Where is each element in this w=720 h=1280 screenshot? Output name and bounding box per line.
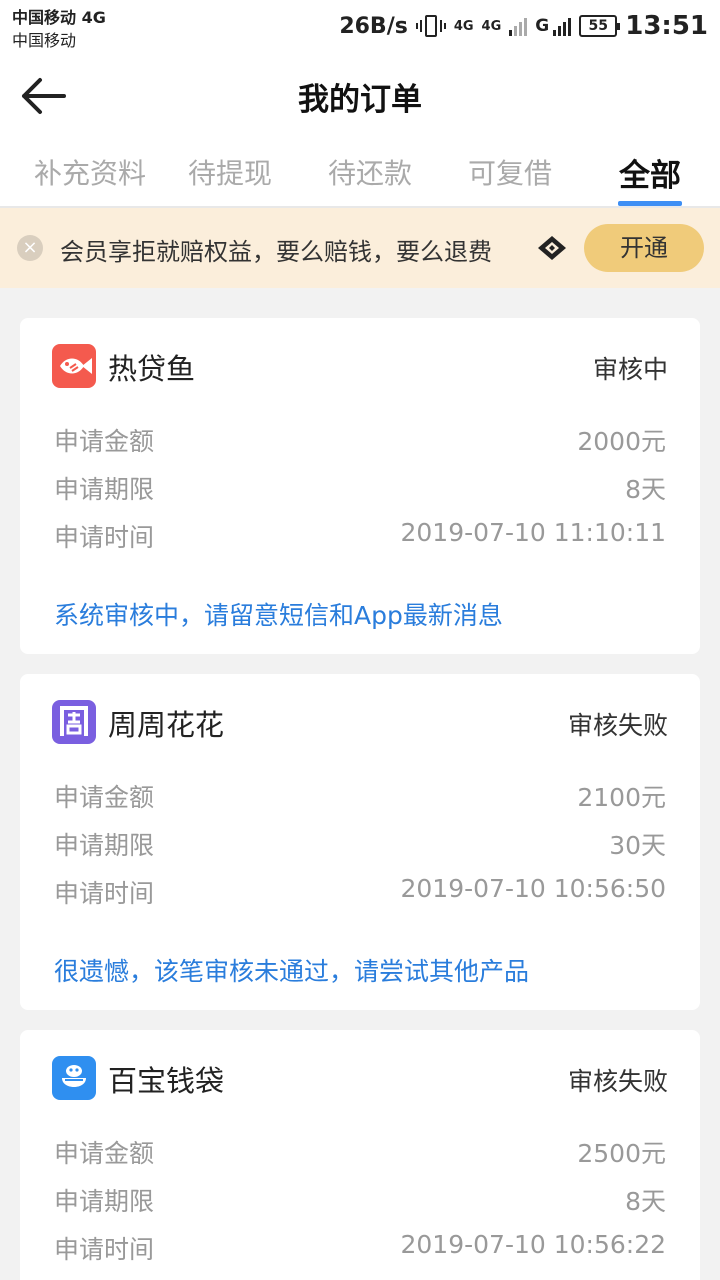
amount-value: 2500元: [577, 1139, 666, 1168]
network-type-label: 4G: [453, 18, 474, 34]
status-bar: 中国移动 4G 中国移动 26B/s 4G 4G G 55 13:51: [0, 0, 720, 52]
order-status: 审核中: [592, 355, 668, 384]
tab-all[interactable]: 全部: [580, 150, 720, 206]
term-label: 申请期限: [54, 475, 155, 504]
order-card[interactable]: 周周花花 审核失败 申请金额 2100元 申请期限 30天 申请时间 2019-…: [20, 674, 700, 1010]
order-note: 很遗憾，该笔审核未通过，请尝试其他产品: [54, 957, 530, 986]
battery-icon: 55: [579, 15, 621, 37]
order-status: 审核失败: [567, 711, 668, 740]
close-icon[interactable]: ×: [17, 235, 43, 261]
order-card[interactable]: 百宝钱袋 审核失败 申请金额 2500元 申请期限 8天 申请时间 2019-0…: [20, 1030, 700, 1280]
active-tab-indicator: [618, 201, 682, 206]
amount-value: 2100元: [577, 783, 666, 812]
tab-pending-withdraw[interactable]: 待提现: [160, 152, 300, 208]
tab-label: 可复借: [467, 157, 552, 190]
order-card[interactable]: 热贷鱼 审核中 申请金额 2000元 申请期限 8天 申请时间 2019-07-…: [20, 318, 700, 654]
term-label: 申请期限: [54, 1187, 155, 1216]
term-value: 30天: [609, 831, 666, 860]
time-value: 2019-07-10 10:56:22: [400, 1230, 666, 1259]
tab-pending-repay[interactable]: 待还款: [300, 152, 440, 208]
lender-name: 百宝钱袋: [108, 1064, 225, 1098]
signal-strength-icon-2: [553, 16, 572, 36]
page-title: 我的订单: [298, 82, 422, 118]
network-speed: 26B/s: [339, 13, 408, 39]
network-g-label: G: [535, 16, 550, 36]
app-header: 我的订单: [0, 52, 720, 138]
order-status: 审核失败: [567, 1067, 668, 1096]
tab-reborrow[interactable]: 可复借: [440, 152, 580, 208]
tab-label: 补充资料: [33, 157, 146, 190]
amount-label: 申请金额: [54, 427, 155, 456]
time-value: 2019-07-10 11:10:11: [400, 518, 666, 547]
term-value: 8天: [625, 475, 666, 504]
status-icons: 26B/s 4G 4G G 55 13:51: [339, 10, 708, 42]
banner-text: 会员享拒就赔权益，要么赔钱，要么退费: [60, 238, 492, 266]
carrier-label-secondary: 中国移动: [12, 31, 77, 50]
clock: 13:51: [625, 11, 708, 41]
order-note: 系统审核中，请留意短信和App最新消息: [54, 601, 503, 630]
membership-banner: × 会员享拒就赔权益，要么赔钱，要么退费 开通: [0, 208, 720, 288]
time-label: 申请时间: [54, 1235, 155, 1264]
fish-logo-icon: [52, 344, 96, 388]
order-tabs: 补充资料 待提现 待还款 可复借 全部: [0, 138, 720, 208]
open-membership-button[interactable]: 开通: [584, 224, 704, 272]
time-label: 申请时间: [54, 523, 155, 552]
tab-supplement-info[interactable]: 补充资料: [20, 152, 160, 208]
bag-logo-icon: [52, 1056, 96, 1100]
time-label: 申请时间: [54, 879, 155, 908]
diamond-icon: [538, 236, 566, 260]
term-value: 8天: [625, 1187, 666, 1216]
amount-label: 申请金额: [54, 783, 155, 812]
vibrate-icon: [415, 13, 446, 39]
amount-value: 2000元: [577, 427, 666, 456]
tab-label: 待还款: [327, 157, 412, 190]
time-value: 2019-07-10 10:56:50: [400, 874, 666, 903]
tab-label: 待提现: [187, 157, 272, 190]
signal-strength-icon: [509, 16, 528, 36]
lender-name: 热贷鱼: [108, 352, 196, 386]
tab-label: 全部: [619, 158, 681, 194]
battery-level: 55: [588, 18, 608, 34]
network-type-label-2: 4G: [481, 18, 502, 34]
carrier-label-primary: 中国移动 4G: [12, 8, 106, 27]
zhou-logo-icon: [52, 700, 96, 744]
amount-label: 申请金额: [54, 1139, 155, 1168]
lender-name: 周周花花: [108, 708, 225, 742]
term-label: 申请期限: [54, 831, 155, 860]
